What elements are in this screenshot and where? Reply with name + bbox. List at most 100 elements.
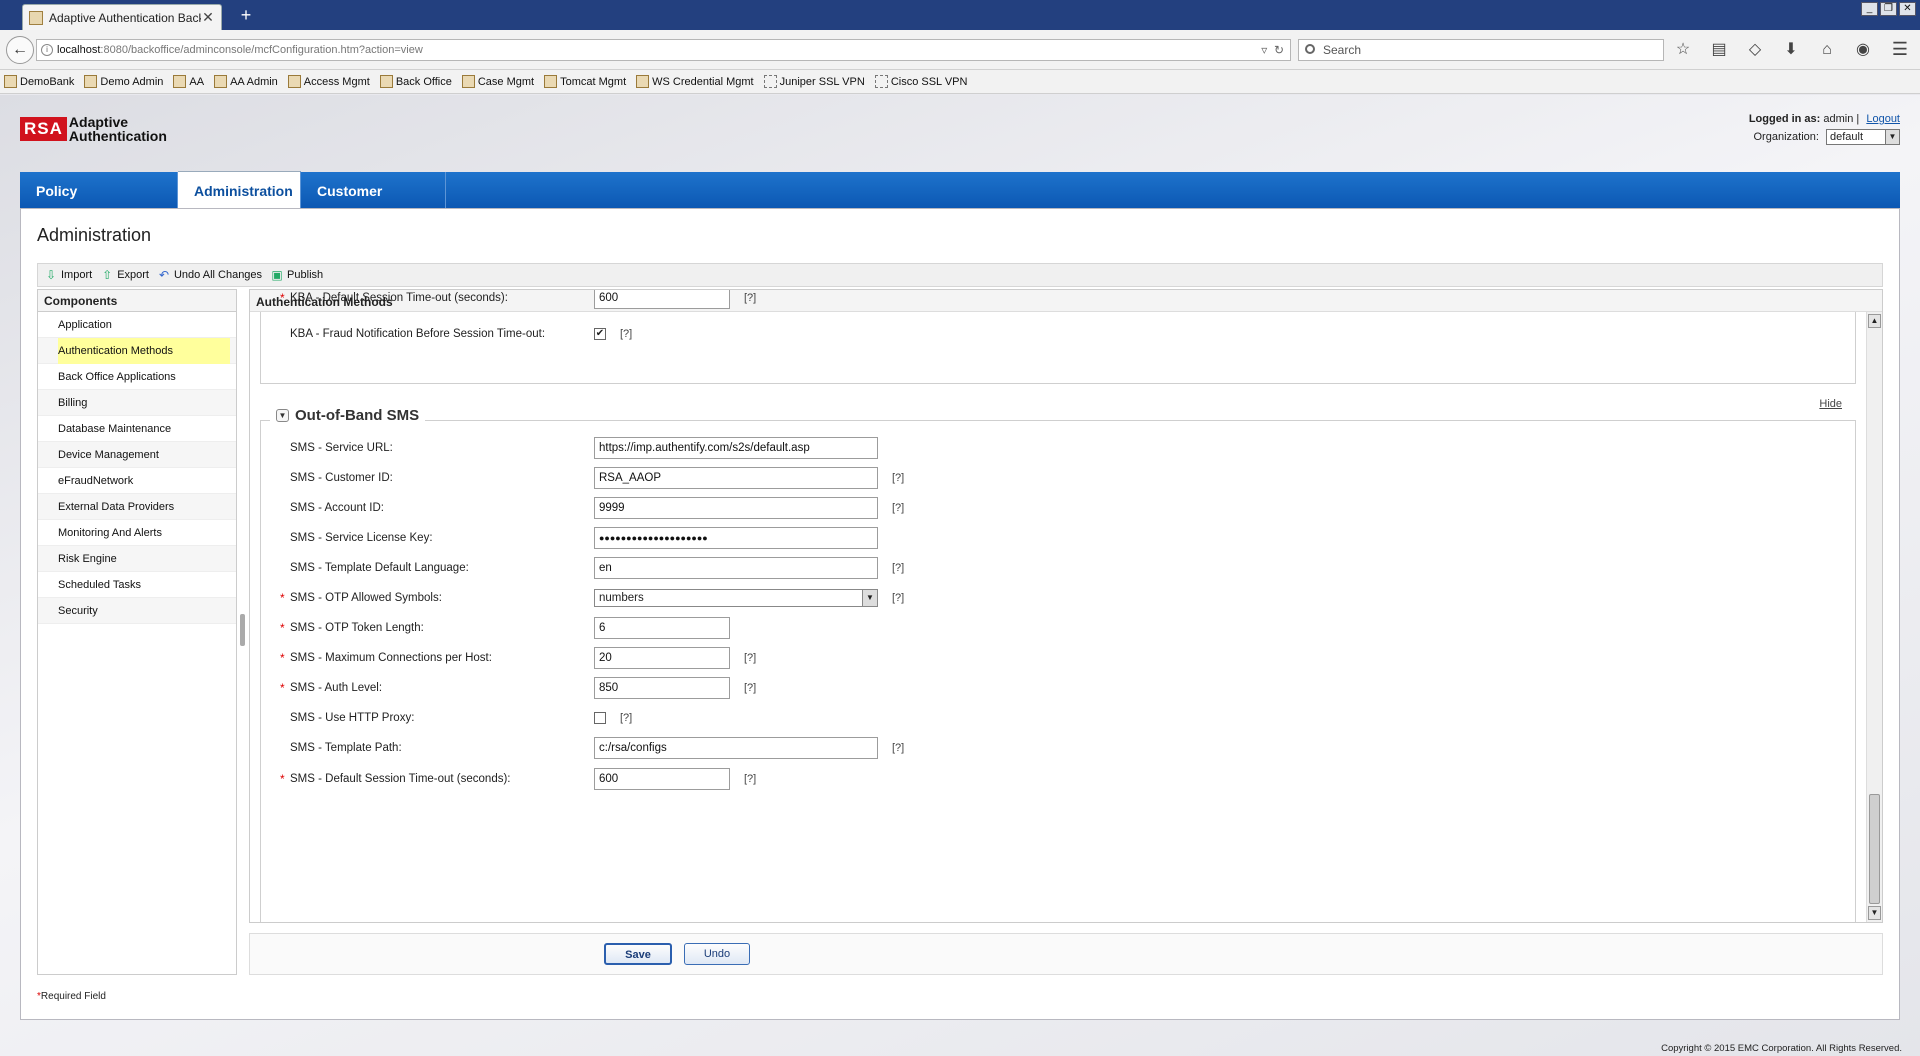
tab-close-icon[interactable]: ✕: [201, 9, 215, 26]
url-host: localhost: [57, 44, 101, 56]
sms-otp-symbols-select[interactable]: numbers ▼: [594, 589, 878, 607]
publish-icon: ▣: [271, 268, 283, 282]
sidebar-item-device-management[interactable]: Device Management: [38, 442, 236, 468]
required-marker: *: [280, 681, 285, 695]
sms-service-url-input[interactable]: https://imp.authentify.com/s2s/default.a…: [594, 437, 878, 459]
sms-max-connections-input[interactable]: 20: [594, 647, 730, 669]
save-button[interactable]: Save: [604, 943, 672, 965]
site-info-icon[interactable]: i: [41, 44, 53, 56]
organization-label: Organization:: [1753, 130, 1819, 143]
sidebar-item-risk-engine[interactable]: Risk Engine: [38, 546, 236, 572]
sidebar-item-monitoring-and-alerts[interactable]: Monitoring And Alerts: [38, 520, 236, 546]
search-input[interactable]: Search: [1298, 39, 1664, 61]
sidebar-list: Application Authentication Methods Back Of…: [38, 312, 236, 624]
help-link[interactable]: [?]: [620, 712, 632, 724]
required-marker: *: [280, 772, 285, 786]
sms-auth-level-input[interactable]: 850: [594, 677, 730, 699]
close-window-icon[interactable]: ✕: [1899, 2, 1916, 16]
sms-session-timeout-input[interactable]: 600: [594, 768, 730, 790]
bookmark-item[interactable]: Access Mgmt: [287, 75, 370, 88]
home-icon[interactable]: ⌂: [1814, 39, 1840, 61]
collapse-icon[interactable]: ▼: [276, 409, 289, 422]
bookmark-item[interactable]: Back Office: [379, 75, 452, 88]
help-link[interactable]: [?]: [744, 292, 756, 304]
restore-icon[interactable]: ❐: [1880, 2, 1897, 16]
sms-account-id-row: SMS - Account ID: 9999 [?]: [290, 496, 904, 520]
organization-select[interactable]: default ▼: [1826, 129, 1900, 145]
sidebar-item-efraudnetwork[interactable]: eFraudNetwork: [38, 468, 236, 494]
help-link[interactable]: [?]: [744, 652, 756, 664]
undo-all-changes-button[interactable]: ↶ Undo All Changes: [157, 268, 262, 282]
help-link[interactable]: [?]: [744, 773, 756, 785]
new-tab-button[interactable]: +: [236, 5, 256, 26]
form-buttons: Save Undo: [249, 933, 1883, 975]
help-link[interactable]: [?]: [892, 742, 904, 754]
import-button[interactable]: ⇩ Import: [44, 268, 92, 282]
import-icon: ⇩: [45, 268, 57, 282]
sidebar-item-billing[interactable]: Billing: [38, 390, 236, 416]
reload-icon[interactable]: ▿ ↻: [1261, 40, 1284, 60]
sidebar-item-external-data-providers[interactable]: External Data Providers: [38, 494, 236, 520]
help-link[interactable]: [?]: [892, 562, 904, 574]
url-bar[interactable]: i localhost:8080/backoffice/adminconsole…: [36, 39, 1291, 61]
bookmark-item[interactable]: Tomcat Mgmt: [544, 75, 626, 88]
sms-license-key-input[interactable]: ●●●●●●●●●●●●●●●●●●●●: [594, 527, 878, 549]
help-link[interactable]: [?]: [892, 472, 904, 484]
sms-account-id-input[interactable]: 9999: [594, 497, 878, 519]
sidebar-item-database-maintenance[interactable]: Database Maintenance: [38, 416, 236, 442]
admin-panel: Administration ⇩ Import ⇧ Export ↶ Undo All…: [20, 208, 1900, 1020]
hide-link[interactable]: Hide: [1819, 398, 1842, 410]
help-link[interactable]: [?]: [892, 502, 904, 514]
bookmark-star-icon[interactable]: ☆: [1670, 39, 1696, 61]
logout-link[interactable]: Logout: [1866, 113, 1900, 125]
browser-tab[interactable]: Adaptive Authentication Back... ✕: [22, 4, 222, 30]
scroll-thumb[interactable]: [1869, 794, 1880, 904]
scroll-up-icon[interactable]: ▲: [1868, 314, 1881, 328]
bookmark-item[interactable]: DemoBank: [4, 75, 74, 88]
sms-template-path-input[interactable]: c:/rsa/configs: [594, 737, 878, 759]
bookmark-icon: [84, 75, 98, 88]
sms-http-proxy-checkbox[interactable]: [594, 712, 606, 724]
bookmark-item[interactable]: Demo Admin: [84, 75, 163, 88]
back-button[interactable]: ←: [6, 36, 34, 64]
export-button[interactable]: ⇧ Export: [100, 268, 149, 282]
help-link[interactable]: [?]: [892, 592, 904, 604]
hamburger-menu-icon[interactable]: ☰: [1892, 39, 1908, 60]
bookmark-icon: [636, 75, 650, 88]
content-scrollbar[interactable]: ▲ ▼: [1866, 312, 1882, 922]
download-icon[interactable]: ⬇: [1778, 39, 1804, 61]
sidebar-scroll-handle[interactable]: [240, 614, 245, 646]
bookmark-item[interactable]: WS Credential Mgmt: [636, 75, 754, 88]
undo-button[interactable]: Undo: [684, 943, 750, 965]
sidebar-item-authentication-methods[interactable]: Authentication Methods: [38, 338, 236, 364]
help-link[interactable]: [?]: [620, 328, 632, 340]
tab-administration[interactable]: Administration: [178, 171, 301, 208]
tab-customer-service[interactable]: Customer Service: [301, 172, 446, 237]
sms-section-header: ▼ Out-of-Band SMS: [270, 407, 426, 424]
sidebar-item-application[interactable]: Application: [38, 312, 236, 338]
undo-icon: ↶: [158, 268, 170, 282]
sms-template-language-input[interactable]: en: [594, 557, 878, 579]
content-area: Authentication Methods * KBA - Default S…: [249, 289, 1883, 923]
sms-customer-id-input[interactable]: RSA_AAOP: [594, 467, 878, 489]
sms-otp-length-input[interactable]: 6: [594, 617, 730, 639]
kba-timeout-input[interactable]: 600: [594, 290, 730, 309]
reading-list-icon[interactable]: ▤: [1706, 39, 1732, 61]
kba-fraud-checkbox[interactable]: ✔: [594, 328, 606, 340]
help-link[interactable]: [?]: [744, 682, 756, 694]
bookmark-icon: [379, 75, 393, 88]
sidebar-item-security[interactable]: Security: [38, 598, 236, 624]
sidebar-item-scheduled-tasks[interactable]: Scheduled Tasks: [38, 572, 236, 598]
bookmark-item[interactable]: Case Mgmt: [461, 75, 534, 88]
bookmark-item[interactable]: AA: [173, 75, 204, 88]
bookmark-item[interactable]: Juniper SSL VPN: [763, 75, 865, 88]
sidebar-item-back-office-applications[interactable]: Back Office Applications: [38, 364, 236, 390]
bookmark-item[interactable]: Cisco SSL VPN: [874, 75, 967, 88]
scroll-down-icon[interactable]: ▼: [1868, 906, 1881, 920]
tab-policy-management[interactable]: Policy Management: [20, 172, 178, 237]
minimize-icon[interactable]: _: [1861, 2, 1878, 16]
bookmark-item[interactable]: AA Admin: [214, 75, 278, 88]
pocket-icon[interactable]: ◇: [1742, 39, 1768, 61]
chat-icon[interactable]: ◉: [1850, 39, 1876, 61]
publish-button[interactable]: ▣ Publish: [270, 268, 323, 282]
